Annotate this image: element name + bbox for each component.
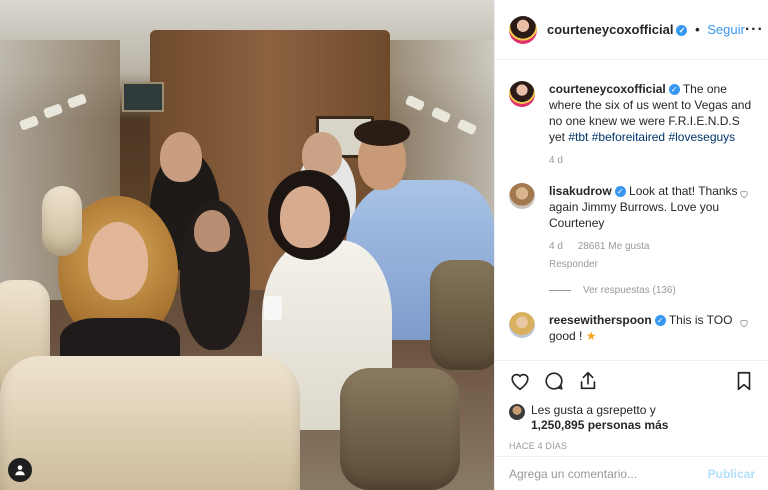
caption-avatar[interactable] (509, 81, 535, 107)
person-face (160, 132, 202, 182)
caption: courteneycoxofficial ✓ The one where the … (509, 81, 755, 169)
reply-button[interactable]: Responder (549, 257, 729, 273)
likes-line-1: Les gusta a gsrepetto y (531, 403, 656, 417)
heart-small-icon[interactable] (739, 189, 749, 199)
comment: reesewitherspoon ✓ This is TOO good ! ★ (509, 312, 755, 344)
likes-line-2: 1,250,895 personas más (531, 418, 669, 432)
view-replies-label: Ver respuestas (136) (583, 285, 676, 296)
replies-divider (549, 290, 571, 291)
verified-icon: ✓ (676, 25, 688, 36)
cup (264, 296, 282, 320)
post-header: courteneycoxofficial ✓ • Seguir ··· (495, 0, 768, 60)
hashtag-link[interactable]: #tbt (568, 130, 588, 144)
commenter-avatar[interactable] (509, 312, 535, 338)
comment-icon[interactable] (543, 370, 565, 392)
add-comment-bar: Publicar (495, 456, 768, 490)
heart-icon[interactable] (509, 370, 531, 392)
liker-avatar[interactable] (509, 404, 525, 420)
actions-section: Les gusta a gsrepetto y 1,250,895 person… (495, 360, 768, 451)
separator-dot: • (695, 22, 700, 37)
more-icon[interactable]: ··· (745, 21, 764, 39)
comment: lisakudrow ✓ Look at that! Thanks again J… (509, 183, 755, 273)
caption-time[interactable]: 4 d (549, 155, 563, 166)
hashtag-link[interactable]: #loveseguys (668, 130, 735, 144)
comments-list[interactable]: courteneycoxofficial ✓ The one where the … (495, 61, 768, 359)
caption-username[interactable]: courteneycoxofficial (549, 82, 666, 96)
person-face (280, 186, 330, 248)
commenter-username[interactable]: reesewitherspoon (549, 313, 652, 327)
follow-button[interactable]: Seguir (707, 22, 745, 37)
star-emoji-icon: ★ (585, 329, 597, 343)
person-face (194, 210, 230, 252)
comment-time[interactable]: 4 d (549, 241, 563, 252)
cabin-seat (430, 260, 494, 370)
user-tag-icon[interactable] (8, 458, 32, 482)
verified-icon: ✓ (654, 315, 666, 326)
cabin-seat (42, 186, 82, 256)
instagram-post: courteneycoxofficial ✓ • Seguir ··· court… (0, 0, 768, 490)
person-face (88, 222, 148, 300)
view-replies-button[interactable]: Ver respuestas (136) (549, 285, 755, 296)
bookmark-icon[interactable] (733, 370, 755, 392)
post-side-panel: courteneycoxofficial ✓ • Seguir ··· court… (494, 0, 768, 490)
publish-button[interactable]: Publicar (708, 467, 755, 481)
likes-summary[interactable]: Les gusta a gsrepetto y 1,250,895 person… (509, 403, 755, 433)
hashtag-link[interactable]: #beforeitaired (592, 130, 665, 144)
verified-icon: ✓ (668, 84, 680, 95)
author-username[interactable]: courteneycoxofficial (547, 22, 673, 37)
share-icon[interactable] (577, 370, 599, 392)
cabin-seat (340, 368, 460, 490)
author-line: courteneycoxofficial ✓ • Seguir (547, 22, 745, 37)
comment-likes[interactable]: 28681 Me gusta (578, 241, 650, 252)
commenter-avatar[interactable] (509, 183, 535, 209)
action-bar (509, 369, 755, 393)
post-photo[interactable] (0, 0, 494, 490)
author-avatar[interactable] (509, 15, 537, 44)
verified-icon: ✓ (614, 186, 626, 197)
heart-small-icon[interactable] (739, 318, 749, 328)
comment-input[interactable] (509, 466, 708, 481)
wall-picture (122, 82, 164, 112)
cabin-seat (0, 356, 300, 490)
person-hair (354, 120, 410, 146)
commenter-username[interactable]: lisakudrow (549, 184, 612, 198)
post-timestamp[interactable]: HACE 4 DÍAS (509, 441, 755, 451)
